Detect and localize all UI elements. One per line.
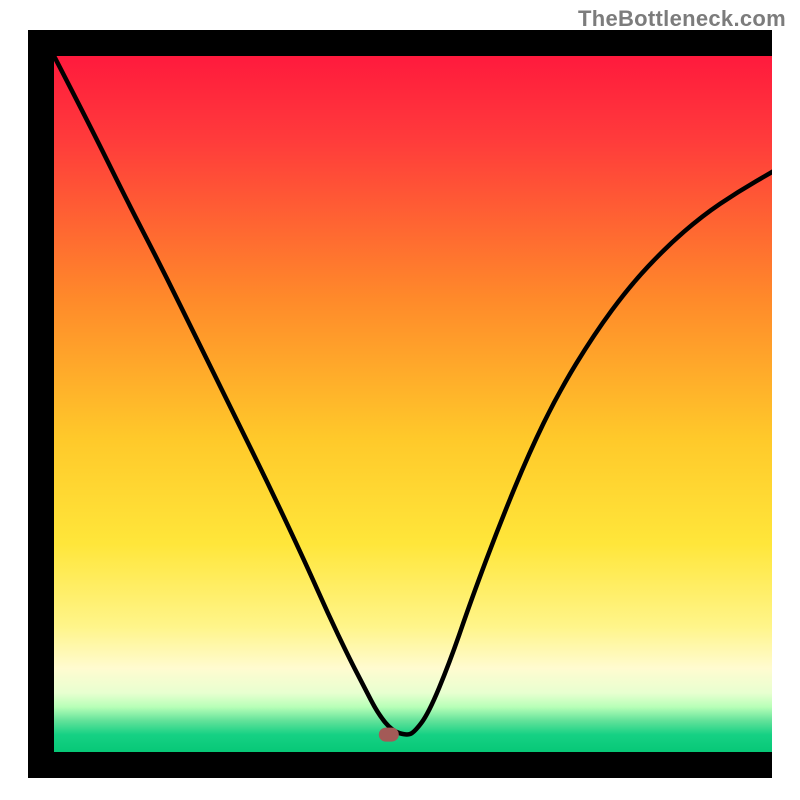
chart-frame: TheBottleneck.com — [0, 0, 800, 800]
watermark-text: TheBottleneck.com — [578, 6, 786, 32]
optimal-marker — [379, 728, 399, 742]
right-edge-cover — [772, 28, 800, 780]
chart-svg — [0, 0, 800, 800]
plot-background — [54, 56, 774, 752]
